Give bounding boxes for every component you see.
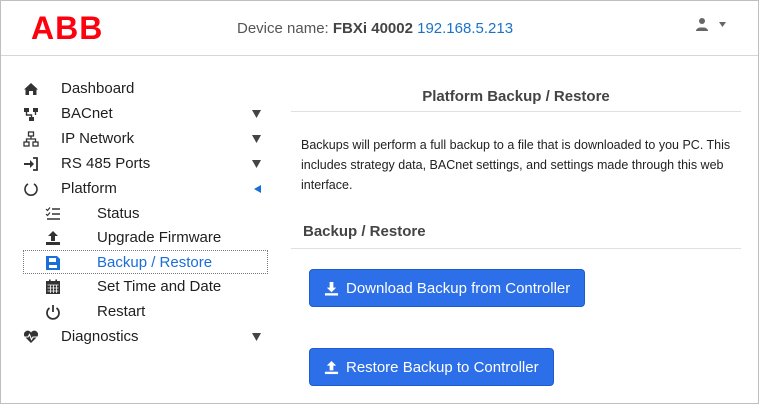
device-name-value: FBXi 40002 (332, 20, 413, 37)
circle-notch-icon (24, 183, 38, 196)
caret-down-icon (252, 110, 261, 118)
upload-icon (46, 231, 60, 245)
lan-icon (23, 131, 39, 147)
sidebar-subitem-label: Set Time and Date (97, 278, 222, 295)
main-content: Platform Backup / Restore Backups will p… (291, 57, 741, 403)
sidebar-item-ip-network[interactable]: IP Network (1, 127, 273, 151)
sidebar-subitem-set-time-date[interactable]: Set Time and Date (1, 275, 273, 299)
page-title: Platform Backup / Restore (422, 88, 610, 105)
sidebar-subitem-label: Restart (97, 303, 146, 320)
sidebar-subitem-upgrade-firmware[interactable]: Upgrade Firmware (1, 226, 273, 250)
network-tree-icon (24, 108, 38, 121)
sign-in-icon (24, 157, 38, 171)
calendar-icon (46, 279, 60, 294)
caret-down-icon (252, 333, 261, 341)
sidebar-subitem-label: Status (97, 205, 140, 222)
sidebar-item-dashboard[interactable]: Dashboard (1, 77, 273, 101)
caret-left-icon (254, 185, 261, 193)
sidebar-item-label: IP Network (61, 130, 135, 147)
subtitle-divider (291, 248, 741, 249)
sidebar-item-diagnostics[interactable]: Diagnostics (1, 325, 273, 349)
abb-logo[interactable]: ABB (31, 11, 103, 45)
home-icon (24, 83, 38, 95)
sidebar-subitem-label: Upgrade Firmware (97, 229, 222, 246)
sidebar-item-label: Dashboard (61, 80, 135, 97)
list-check-icon (45, 207, 60, 220)
sidebar-item-platform[interactable]: Platform (1, 177, 273, 201)
download-backup-button[interactable]: Download Backup from Controller (309, 269, 586, 307)
backup-description: Backups will perform a full backup to a … (301, 138, 731, 192)
sidebar-item-label: Platform (61, 180, 117, 197)
section-subtitle: Backup / Restore (303, 223, 426, 240)
user-menu-button[interactable] (695, 17, 726, 31)
save-icon (46, 256, 60, 270)
sidebar-item-bacnet[interactable]: BACnet (1, 102, 273, 126)
upload-icon (324, 360, 339, 374)
sidebar-item-label: Diagnostics (61, 328, 139, 345)
sidebar-item-label: BACnet (61, 105, 113, 122)
sidebar-subitem-label: Backup / Restore (97, 254, 213, 271)
download-icon (324, 281, 339, 296)
sidebar-subitem-backup-restore[interactable]: Backup / Restore (23, 250, 268, 274)
app-window: ABB Device name: FBXi 40002 192.168.5.21… (0, 0, 759, 404)
user-icon (696, 18, 708, 31)
device-ip-address[interactable]: 192.168.5.213 (417, 20, 513, 37)
sidebar-item-rs485-ports[interactable]: RS 485 Ports (1, 152, 273, 176)
device-name-label: Device name: (237, 20, 329, 37)
sidebar-nav: Dashboard BACnet IP Network RS 485 Ports… (1, 57, 273, 403)
restore-button-label: Restore Backup to Controller (346, 358, 539, 376)
sidebar-item-label: RS 485 Ports (61, 155, 151, 172)
sidebar-subitem-status[interactable]: Status (1, 202, 273, 226)
device-info: Device name: FBXi 40002 192.168.5.213 (237, 20, 513, 37)
download-button-label: Download Backup from Controller (346, 279, 571, 297)
top-header: ABB Device name: FBXi 40002 192.168.5.21… (1, 1, 758, 56)
power-icon (46, 305, 60, 320)
caret-down-icon (719, 21, 726, 27)
heartbeat-icon (23, 330, 39, 343)
title-divider (291, 111, 741, 112)
restore-backup-button[interactable]: Restore Backup to Controller (309, 348, 554, 386)
caret-down-icon (252, 135, 261, 143)
sidebar-subitem-restart[interactable]: Restart (1, 300, 273, 324)
caret-down-icon (252, 160, 261, 168)
